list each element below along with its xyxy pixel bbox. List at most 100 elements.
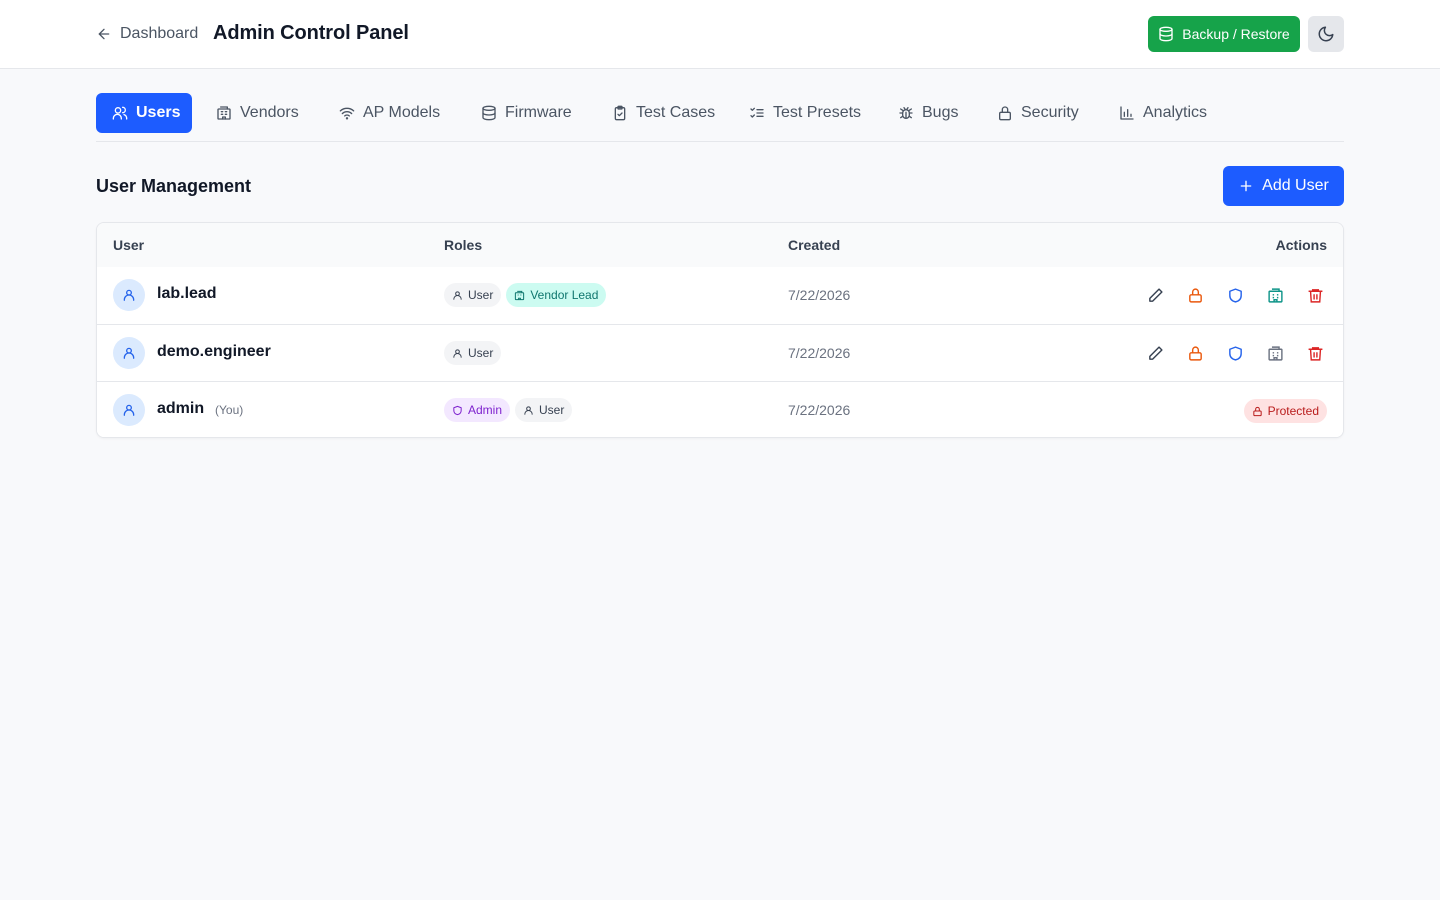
role-badge-admin: Admin [444, 398, 511, 422]
role-label: Vendor Lead [530, 288, 599, 302]
shield-icon [1227, 287, 1244, 304]
moon-icon [1317, 25, 1335, 43]
table-row: lab.lead User Vendor Lead 7/22/2026 [97, 267, 1343, 324]
lock-icon [1252, 406, 1263, 417]
theme-toggle-button[interactable] [1308, 16, 1344, 52]
building-icon [1267, 345, 1284, 362]
column-header-created: Created [788, 237, 841, 253]
tab-vendors[interactable]: Vendors [200, 93, 315, 133]
arrow-left-icon [96, 26, 112, 42]
page-title: Admin Control Panel [213, 22, 409, 44]
tab-test-cases[interactable]: Test Cases [596, 93, 731, 133]
table-header: User Roles Created Actions [97, 223, 1343, 267]
clipboard-check-icon [612, 105, 628, 121]
list-checks-icon [749, 105, 765, 121]
manage-roles-button[interactable] [1223, 341, 1247, 365]
tab-label: Firmware [505, 104, 572, 121]
row-actions [1143, 341, 1327, 365]
user-icon [122, 403, 136, 417]
tab-users[interactable]: Users [96, 93, 192, 133]
avatar [113, 394, 145, 426]
back-link-label: Dashboard [120, 25, 199, 42]
tab-label: Vendors [240, 104, 299, 121]
role-label: Admin [468, 403, 503, 417]
username: admin [157, 400, 205, 417]
role-label: User [468, 288, 494, 302]
created-date: 7/22/2026 [788, 345, 851, 361]
protected-label: Protected [1267, 404, 1319, 418]
tab-label: Users [136, 104, 181, 121]
tab-test-presets[interactable]: Test Presets [733, 93, 877, 133]
lock-icon [1187, 345, 1204, 362]
admin-tabs: Users Vendors AP Models Firmware Test Ca… [96, 93, 1344, 142]
created-date: 7/22/2026 [788, 287, 851, 303]
table-row: admin (You) Admin User 7/22/2026 Protect… [97, 381, 1343, 437]
backup-restore-button[interactable]: Backup / Restore [1148, 16, 1300, 52]
trash-icon [1307, 345, 1324, 362]
column-header-roles: Roles [444, 237, 483, 253]
roles-list: Admin User [444, 398, 573, 422]
trash-icon [1307, 287, 1324, 304]
add-user-label: Add User [1262, 177, 1329, 194]
role-label: User [539, 403, 565, 417]
tab-ap-models[interactable]: AP Models [323, 93, 456, 133]
database-icon [481, 105, 497, 121]
tab-label: Security [1021, 104, 1079, 121]
lock-icon [997, 105, 1013, 121]
tab-analytics[interactable]: Analytics [1103, 93, 1223, 133]
tab-firmware[interactable]: Firmware [465, 93, 588, 133]
roles-list: User Vendor Lead [444, 283, 607, 307]
database-icon [1158, 26, 1174, 42]
user-icon [122, 288, 136, 302]
lock-icon [1187, 287, 1204, 304]
tab-label: Test Cases [636, 104, 716, 121]
bug-icon [898, 105, 914, 121]
created-date: 7/22/2026 [788, 402, 851, 418]
assign-vendor-button[interactable] [1263, 283, 1287, 307]
reset-password-button[interactable] [1183, 283, 1207, 307]
edit-user-button[interactable] [1143, 341, 1167, 365]
manage-roles-button[interactable] [1223, 283, 1247, 307]
tab-label: Bugs [922, 104, 959, 121]
top-header: Dashboard Admin Control Panel Backup / R… [0, 0, 1440, 69]
bar-chart-icon [1119, 105, 1135, 121]
user-icon [122, 346, 136, 360]
users-icon [112, 105, 128, 121]
users-table: User Roles Created Actions lab.lead User… [96, 222, 1344, 438]
section-title: User Management [96, 176, 252, 196]
role-label: User [468, 346, 494, 360]
username: demo.engineer [157, 343, 271, 360]
pencil-icon [1147, 345, 1164, 362]
current-user-indicator: (You) [215, 403, 244, 417]
reset-password-button[interactable] [1183, 341, 1207, 365]
tab-bugs[interactable]: Bugs [882, 93, 974, 133]
roles-list: User [444, 341, 502, 365]
role-badge-user: User [444, 283, 502, 307]
delete-user-button[interactable] [1303, 341, 1327, 365]
shield-icon [1227, 345, 1244, 362]
building-icon [216, 105, 232, 121]
user-icon [523, 405, 534, 416]
avatar [113, 279, 145, 311]
column-header-actions: Actions [1275, 237, 1327, 253]
role-badge-vendor-lead: Vendor Lead [506, 283, 607, 307]
table-row: demo.engineer User 7/22/2026 [97, 324, 1343, 381]
tab-security[interactable]: Security [981, 93, 1095, 133]
avatar [113, 337, 145, 369]
backup-restore-label: Backup / Restore [1182, 26, 1290, 42]
user-icon [452, 348, 463, 359]
add-user-button[interactable]: Add User [1223, 166, 1344, 206]
tab-label: Test Presets [773, 104, 862, 121]
tab-label: AP Models [363, 104, 441, 121]
assign-vendor-button[interactable] [1263, 341, 1287, 365]
edit-user-button[interactable] [1143, 283, 1167, 307]
building-icon [514, 290, 525, 301]
delete-user-button[interactable] [1303, 283, 1327, 307]
plus-icon [1238, 178, 1254, 194]
shield-icon [452, 405, 463, 416]
username: lab.lead [157, 285, 217, 302]
row-actions [1143, 283, 1327, 307]
back-to-dashboard-link[interactable]: Dashboard [96, 23, 198, 45]
role-badge-user: User [444, 341, 502, 365]
pencil-icon [1147, 287, 1164, 304]
